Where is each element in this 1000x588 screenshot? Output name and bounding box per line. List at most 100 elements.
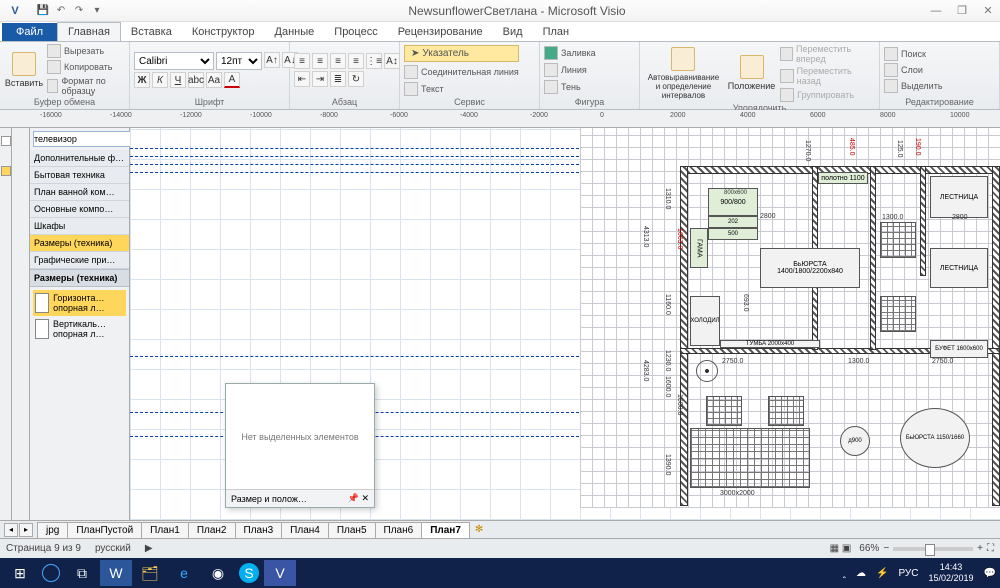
save-icon[interactable]: 💾 <box>36 4 50 18</box>
new-page-icon[interactable]: ✻ <box>469 524 489 535</box>
maximize-button[interactable]: ❐ <box>950 2 974 20</box>
tab-process[interactable]: Процесс <box>324 23 387 41</box>
justify-button[interactable]: ≡ <box>348 53 364 69</box>
pane-toggle[interactable] <box>1 166 11 176</box>
format-painter-button[interactable]: Формат по образцу <box>47 76 125 96</box>
increase-font-icon[interactable]: A↑ <box>264 52 280 68</box>
italic-button[interactable]: К <box>152 72 168 88</box>
undo-icon[interactable]: ↶ <box>54 4 68 18</box>
next-page-icon[interactable]: ▸ <box>19 523 33 537</box>
pointer-tool-button[interactable]: ➤Указатель <box>404 45 519 62</box>
case-button[interactable]: Aa <box>206 72 222 88</box>
paste-button[interactable]: Вставить <box>4 50 44 90</box>
page-tab[interactable]: План4 <box>281 522 329 538</box>
start-button[interactable]: ⊞ <box>4 560 36 586</box>
indent-inc-button[interactable]: ⇥ <box>312 71 328 87</box>
bring-forward-button[interactable]: Переместить вперед <box>780 44 875 64</box>
minimize-button[interactable]: — <box>924 2 948 20</box>
copy-button[interactable]: Копировать <box>47 60 125 74</box>
valign-button[interactable]: ≣ <box>330 71 346 87</box>
tab-review[interactable]: Рецензирование <box>388 23 493 41</box>
tab-view[interactable]: Вид <box>493 23 533 41</box>
explorer-icon[interactable]: 🗂 <box>134 560 166 586</box>
page-tab-active[interactable]: План7 <box>421 522 470 538</box>
underline-button[interactable]: Ч <box>170 72 186 88</box>
visio-taskbar-icon[interactable]: V <box>264 560 296 586</box>
page-tab[interactable]: ПланПустой <box>67 522 142 538</box>
bold-button[interactable]: Ж <box>134 72 150 88</box>
align-left-button[interactable]: ≡ <box>294 53 310 69</box>
file-tab[interactable]: Файл <box>2 23 57 41</box>
zoom-fit-icon[interactable]: ⛶ <box>987 543 994 554</box>
shape-item[interactable]: Горизонта… опорная л… <box>33 290 126 316</box>
skype-icon[interactable]: S <box>239 563 259 583</box>
stencil-cat[interactable]: Шкафы <box>30 218 129 235</box>
page-tab[interactable]: План6 <box>375 522 423 538</box>
zoom-out-icon[interactable]: − <box>883 543 889 554</box>
font-size-select[interactable]: 12пт <box>216 52 262 70</box>
size-position-window[interactable]: Нет выделенных элементов Размер и полож…… <box>225 383 375 508</box>
tray-cloud-icon[interactable]: ☁ <box>856 568 866 579</box>
shape-item[interactable]: Вертикаль… опорная л… <box>33 316 126 342</box>
page-tab[interactable]: jpg <box>37 522 68 538</box>
stencil-header[interactable]: Размеры (техника) <box>30 269 129 287</box>
bullets-button[interactable]: ⋮≡ <box>366 53 382 69</box>
macro-icon[interactable]: ▶ <box>145 543 153 554</box>
stencil-cat[interactable]: План ванной ком… <box>30 184 129 201</box>
position-button[interactable]: Положение <box>726 53 777 93</box>
font-extra[interactable]: A↕ <box>384 53 400 69</box>
clock[interactable]: 14:4315/02/2019 <box>929 562 974 584</box>
rotate-button[interactable]: ↻ <box>348 71 364 87</box>
cut-button[interactable]: Вырезать <box>47 44 125 58</box>
notifications-icon[interactable]: 💬 <box>984 568 996 579</box>
fill-button[interactable]: Заливка <box>544 46 596 60</box>
stencil-cat[interactable]: Бытовая техника <box>30 167 129 184</box>
stencil-cat[interactable]: Дополнительные фи… <box>30 150 129 167</box>
page-tab[interactable]: План3 <box>235 522 283 538</box>
tray-up-icon[interactable]: ꞈ <box>843 568 846 579</box>
text-tool-button[interactable]: Текст <box>404 82 519 96</box>
close-button[interactable]: ✕ <box>976 2 1000 20</box>
align-right-button[interactable]: ≡ <box>330 53 346 69</box>
edge-icon[interactable]: e <box>168 560 200 586</box>
tab-home[interactable]: Главная <box>57 22 121 41</box>
floor-plan[interactable]: полотно 1100 ГАМА 900/800 202 500 ХОЛОДИ… <box>580 128 1000 508</box>
send-back-button[interactable]: Переместить назад <box>780 66 875 86</box>
indent-dec-button[interactable]: ⇤ <box>294 71 310 87</box>
word-icon[interactable]: W <box>100 560 132 586</box>
select-button[interactable]: Выделить <box>884 79 943 93</box>
stencil-cat[interactable]: Размеры (техника) <box>30 235 129 252</box>
auto-arrange-button[interactable]: Автовыравнивание и определение интервало… <box>644 45 723 102</box>
qat-more-icon[interactable]: ▾ <box>90 4 104 18</box>
chrome-icon[interactable]: ◉ <box>202 560 234 586</box>
prev-page-icon[interactable]: ◂ <box>4 523 18 537</box>
stencil-cat[interactable]: Основные компо… <box>30 201 129 218</box>
tab-data[interactable]: Данные <box>265 23 325 41</box>
shadow-button[interactable]: Тень <box>544 80 596 94</box>
layers-button[interactable]: Слои <box>884 63 943 77</box>
font-color-button[interactable]: A <box>224 72 240 88</box>
stencil-cat[interactable]: Графические при… <box>30 252 129 269</box>
zoom-in-icon[interactable]: + <box>977 543 983 554</box>
tab-design[interactable]: Конструктор <box>182 23 265 41</box>
tab-insert[interactable]: Вставка <box>121 23 182 41</box>
find-button[interactable]: Поиск <box>884 47 943 61</box>
redo-icon[interactable]: ↷ <box>72 4 86 18</box>
zoom-slider[interactable] <box>893 547 973 551</box>
task-view-icon[interactable]: ⧉ <box>66 560 98 586</box>
drawing-canvas[interactable]: Нет выделенных элементов Размер и полож…… <box>130 128 1000 520</box>
line-button[interactable]: Линия <box>544 63 596 77</box>
connector-tool-button[interactable]: Соединительная линия <box>404 65 519 79</box>
tray-battery-icon[interactable]: ⚡ <box>876 568 888 579</box>
group-button[interactable]: Группировать <box>780 88 875 102</box>
page-tab[interactable]: План1 <box>141 522 189 538</box>
page-tab[interactable]: План5 <box>328 522 376 538</box>
tab-plan[interactable]: План <box>533 23 580 41</box>
strike-button[interactable]: abc <box>188 72 204 88</box>
shapes-pane-toggle[interactable] <box>1 136 11 146</box>
align-center-button[interactable]: ≡ <box>312 53 328 69</box>
font-name-select[interactable]: Calibri <box>134 52 214 70</box>
search-taskbar-icon[interactable] <box>42 564 60 582</box>
tray-lang[interactable]: РУС <box>898 568 918 579</box>
page-tab[interactable]: План2 <box>188 522 236 538</box>
